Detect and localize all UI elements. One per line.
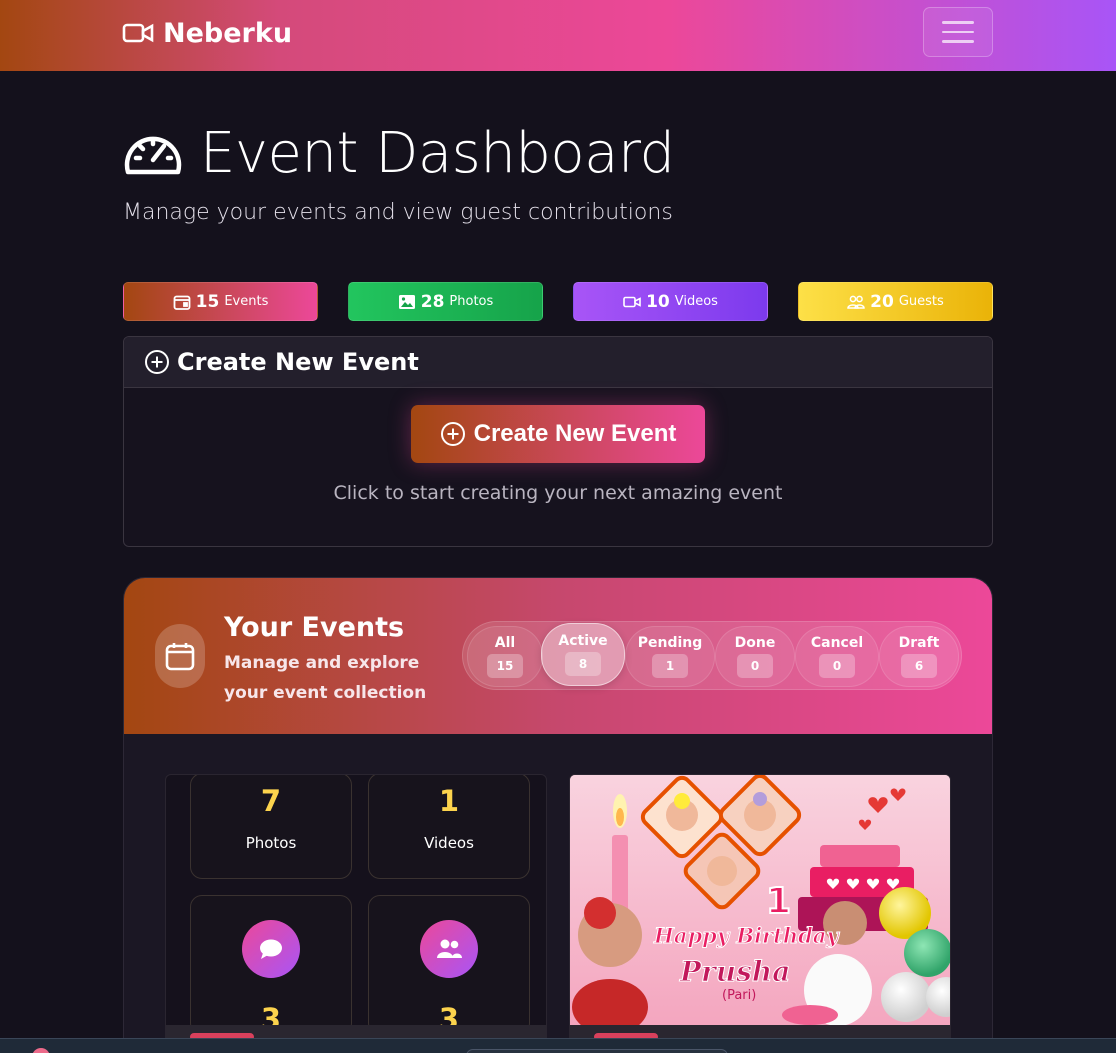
your-events-description: Manage and explore your event collection xyxy=(224,653,427,703)
stat-photos-badge: 28 Photos xyxy=(348,282,543,321)
event-videos-stat: 1 Videos xyxy=(368,775,530,879)
your-events-title: Your Events xyxy=(224,612,405,643)
calendar-icon xyxy=(173,295,191,310)
taskbar-avatar[interactable] xyxy=(32,1048,50,1053)
filter-count: 1 xyxy=(652,654,688,678)
people-icon xyxy=(847,295,865,309)
stat-guests-badge: 20 Guests xyxy=(798,282,993,321)
event-cover-name: Prusha xyxy=(679,955,790,988)
people-icon-badge xyxy=(420,920,478,978)
speedometer-icon xyxy=(124,136,182,175)
stat-videos-label: Videos xyxy=(674,294,718,309)
filter-draft[interactable]: Draft 6 xyxy=(879,626,959,687)
create-event-card: Create New Event Create New Event Click … xyxy=(123,336,993,547)
filter-count: 0 xyxy=(819,654,855,678)
filter-label: Active xyxy=(558,633,608,649)
events-grid: 7 Photos 1 Videos 3 3 1 Happy Birthday P… xyxy=(124,734,992,1053)
filter-label: Pending xyxy=(637,635,703,651)
page-title-text: Event Dashboard xyxy=(200,120,675,186)
your-events-section: Your Events Manage and explore your even… xyxy=(123,577,993,1053)
filter-label: All xyxy=(494,635,516,651)
event-cover-age: 1 xyxy=(766,881,791,922)
filter-cancel[interactable]: Cancel 0 xyxy=(795,626,879,687)
stat-guests-count: 20 xyxy=(870,291,894,312)
filter-count: 0 xyxy=(737,654,773,678)
comment-icon-badge xyxy=(242,920,300,978)
filter-label: Draft xyxy=(898,635,940,651)
filter-active[interactable]: Active 8 xyxy=(541,623,625,686)
stat-events-count: 15 xyxy=(195,291,220,312)
menu-toggle-button[interactable] xyxy=(923,7,993,57)
create-event-button-label: Create New Event xyxy=(473,420,677,447)
page-title: Event Dashboard xyxy=(122,118,675,188)
plus-circle-icon xyxy=(440,422,465,446)
create-event-hint: Click to start creating your next amazin… xyxy=(333,482,783,504)
comment-icon xyxy=(260,939,282,959)
event-card[interactable]: 1 Happy Birthday Prusha (Pari) xyxy=(569,774,951,1053)
event-guests-stat: 3 xyxy=(368,895,530,1036)
event-cover-nickname: (Pari) xyxy=(722,988,756,1003)
people-icon xyxy=(437,939,462,958)
event-cover-title: Happy Birthday xyxy=(653,923,840,948)
calendar-icon xyxy=(165,643,195,671)
event-card[interactable]: 7 Photos 1 Videos 3 3 xyxy=(165,774,547,1053)
plus-circle-icon xyxy=(145,350,169,374)
filter-pending[interactable]: Pending 1 xyxy=(625,626,715,687)
filter-count: 6 xyxy=(901,654,937,678)
event-videos-count: 1 xyxy=(438,784,460,818)
brand-name: Neberku xyxy=(163,17,293,49)
filter-done[interactable]: Done 0 xyxy=(715,626,795,687)
taskbar-search[interactable] xyxy=(466,1049,728,1053)
video-camera-icon xyxy=(623,296,641,307)
taskbar xyxy=(0,1038,1116,1053)
event-comments-stat: 3 xyxy=(190,895,352,1036)
create-event-card-title: Create New Event xyxy=(177,348,419,376)
filter-count: 8 xyxy=(565,652,601,676)
stat-videos-badge: 10 Videos xyxy=(573,282,768,321)
stat-events-badge: 15 Events xyxy=(123,282,318,321)
stat-events-label: Events xyxy=(224,294,269,309)
event-photos-stat: 7 Photos xyxy=(190,775,352,879)
video-camera-icon xyxy=(122,23,154,43)
stat-photos-count: 28 xyxy=(420,291,445,312)
event-status-filters: All 15 Active 8 Pending 1 Done 0 Cancel … xyxy=(462,621,962,690)
stat-photos-label: Photos xyxy=(449,294,494,309)
hamburger-icon xyxy=(942,21,974,24)
event-videos-label: Videos xyxy=(424,834,474,852)
filter-all[interactable]: All 15 xyxy=(467,626,543,687)
stat-guests-label: Guests xyxy=(898,294,944,309)
create-event-card-header: Create New Event xyxy=(124,337,992,388)
image-icon xyxy=(398,294,415,309)
filter-label: Cancel xyxy=(810,635,864,651)
your-events-header: Your Events Manage and explore your even… xyxy=(124,578,992,734)
filter-count: 15 xyxy=(487,654,523,678)
brand-link[interactable]: Neberku xyxy=(122,16,292,50)
navbar: Neberku xyxy=(0,0,1116,71)
event-photos-label: Photos xyxy=(245,834,297,852)
stat-videos-count: 10 xyxy=(646,291,670,312)
page-subtitle: Manage your events and view guest contri… xyxy=(123,200,673,225)
create-event-button[interactable]: Create New Event xyxy=(411,405,705,463)
event-cover-image: 1 Happy Birthday Prusha (Pari) xyxy=(570,775,950,1035)
event-photos-count: 7 xyxy=(260,784,282,818)
calendar-badge xyxy=(155,624,205,688)
filter-label: Done xyxy=(734,635,776,651)
